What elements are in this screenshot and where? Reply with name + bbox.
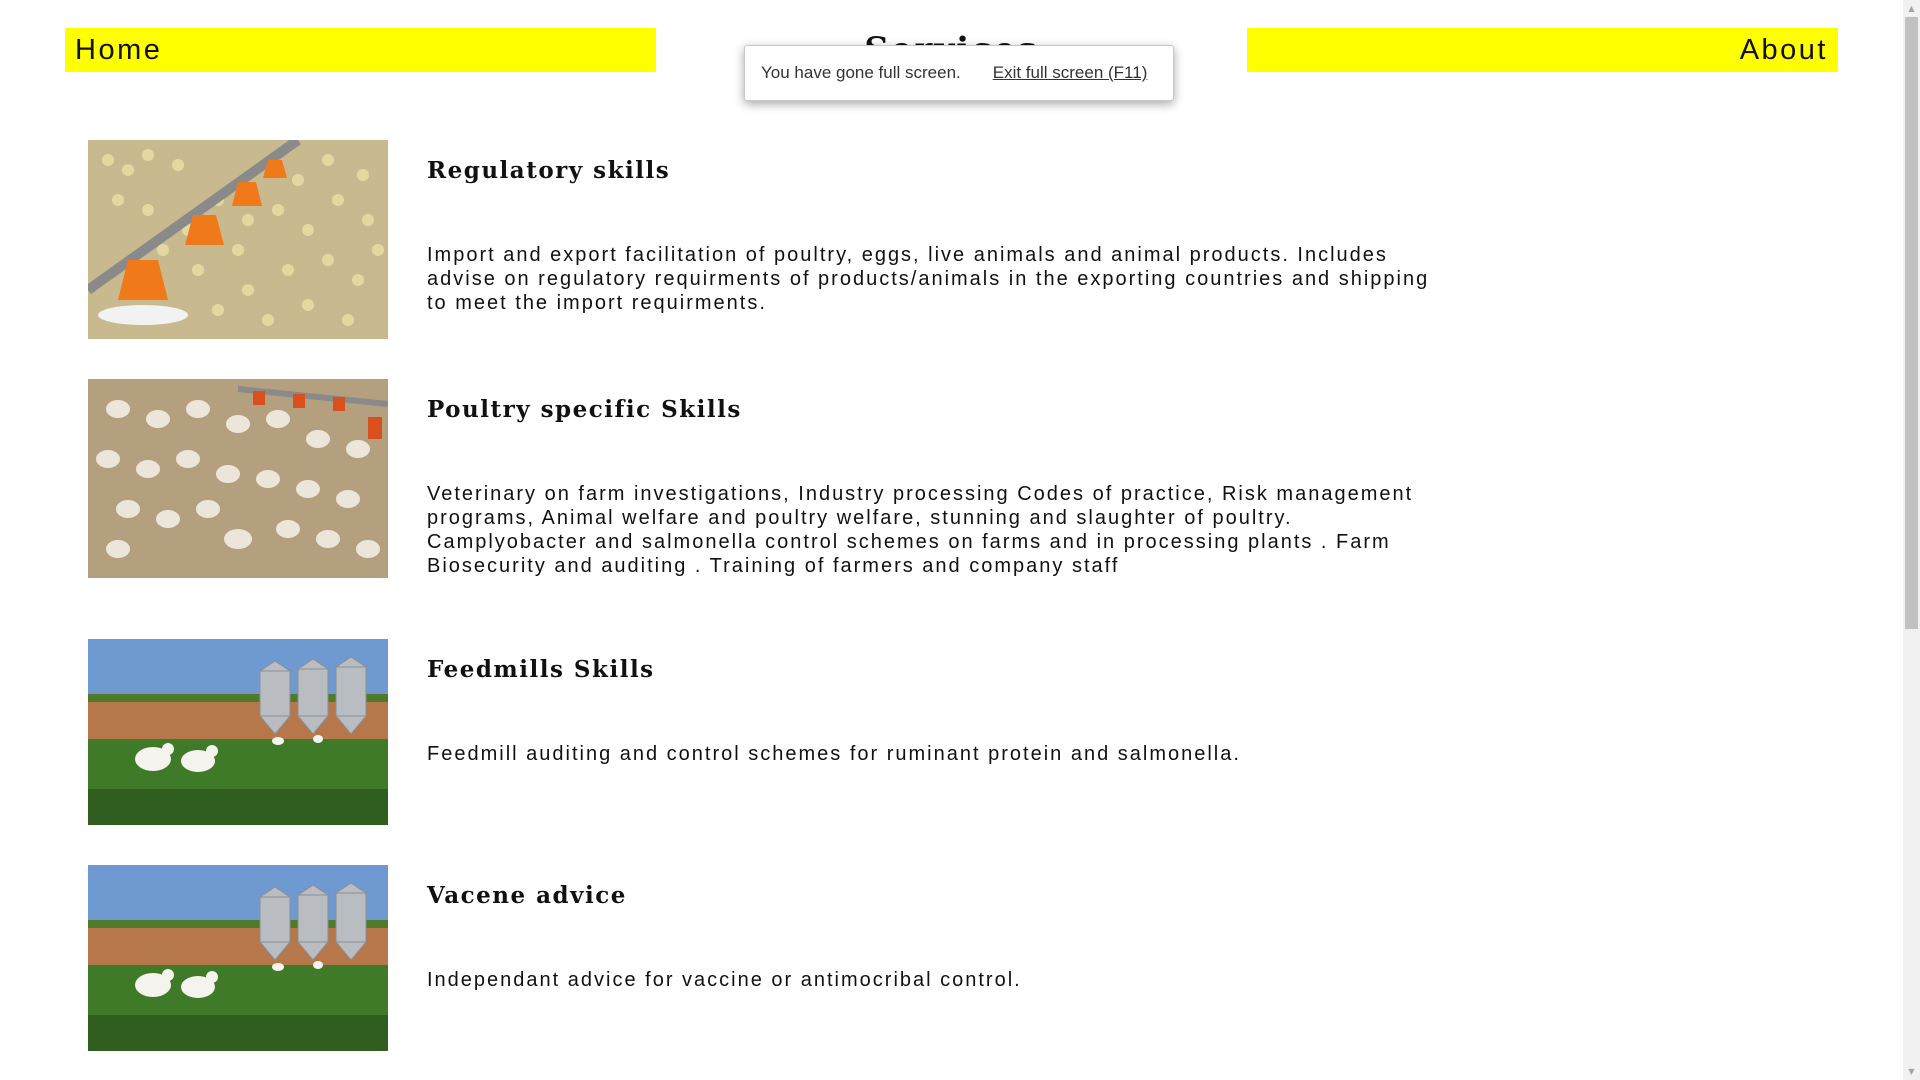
nav-home-link[interactable]: Home bbox=[65, 28, 656, 72]
fullscreen-notice: You have gone full screen. Exit full scr… bbox=[744, 45, 1174, 101]
broiler-house-image bbox=[88, 379, 388, 578]
feed-silos-image bbox=[88, 639, 388, 825]
nav-home-label: Home bbox=[75, 34, 163, 66]
service-description: Import and export facilitation of poultr… bbox=[427, 244, 1430, 314]
service-description: Veterinary on farm investigations, Indus… bbox=[427, 483, 1414, 577]
scrollbar-thumb[interactable] bbox=[1905, 17, 1918, 629]
service-description: Feedmill auditing and control schemes fo… bbox=[427, 743, 1241, 765]
exit-fullscreen-link[interactable]: Exit full screen (F11) bbox=[993, 63, 1148, 83]
service-item: Vacene advice Independant advice for vac… bbox=[88, 865, 1468, 1051]
vertical-scrollbar[interactable]: ▲ ▼ bbox=[1903, 0, 1920, 1080]
nav-about-link[interactable]: About bbox=[1247, 28, 1838, 72]
chicks-feeder-image bbox=[88, 140, 388, 339]
service-title: Feedmills Skills bbox=[427, 656, 655, 683]
service-description: Independant advice for vaccine or antimo… bbox=[427, 969, 1022, 991]
feed-silos-image bbox=[88, 865, 388, 1051]
service-title: Poultry specific Skills bbox=[427, 396, 742, 423]
service-item: Feedmills Skills Feedmill auditing and c… bbox=[88, 639, 1468, 825]
service-item: Regulatory skills Import and export faci… bbox=[88, 140, 1468, 340]
service-item: Poultry specific Skills Veterinary on fa… bbox=[88, 379, 1468, 579]
fullscreen-message: You have gone full screen. bbox=[761, 63, 961, 82]
service-title: Regulatory skills bbox=[427, 157, 671, 184]
service-title: Vacene advice bbox=[427, 882, 627, 909]
services-page: Home Services About You have gone full s… bbox=[0, 0, 1920, 1080]
nav-about-label: About bbox=[1739, 34, 1828, 66]
scroll-down-arrow-icon[interactable]: ▼ bbox=[1903, 1063, 1920, 1080]
scroll-up-arrow-icon[interactable]: ▲ bbox=[1903, 0, 1920, 17]
